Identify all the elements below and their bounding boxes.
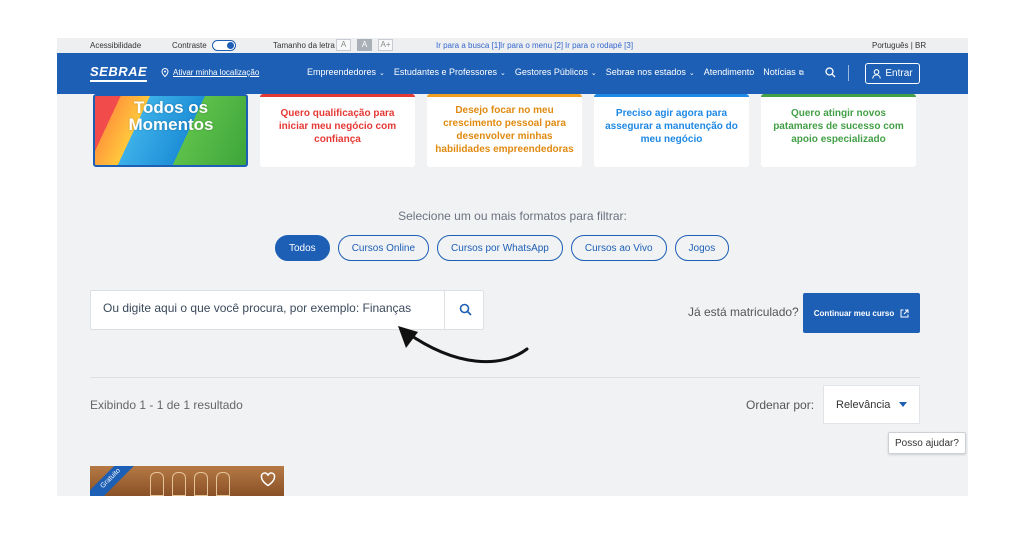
nav-menu-label: Estudantes e Professores bbox=[393, 67, 497, 77]
nav-menu-item[interactable]: Estudantes e Professores ⌄ bbox=[394, 67, 506, 78]
font-size-label: Tamanho da letra bbox=[273, 41, 335, 50]
chevron-down-icon: ⌄ bbox=[499, 70, 506, 77]
free-badge: Gratuito bbox=[90, 466, 148, 496]
login-label: Entrar bbox=[885, 68, 913, 79]
filter-chip[interactable]: Todos bbox=[275, 235, 330, 261]
hero-banner[interactable]: Todos os Momentos bbox=[93, 94, 248, 167]
card-text: Preciso agir agora para assegurar a manu… bbox=[605, 108, 738, 145]
location-link[interactable]: Ativar minha localização bbox=[161, 68, 259, 77]
filter-label: Selecione um ou mais formatos para filtr… bbox=[398, 209, 627, 223]
order-by-value: Relevância bbox=[836, 399, 891, 411]
accessibility-bar: Acessibilidade Contraste Tamanho da letr… bbox=[57, 38, 968, 53]
accessibility-link[interactable]: Acessibilidade bbox=[90, 41, 141, 50]
nav-menu-item[interactable]: Atendimento bbox=[704, 67, 755, 78]
nav-menu-label: Sebrae nos estados bbox=[605, 67, 686, 77]
skip-to-footer-link[interactable]: Ir para o rodapé [3] bbox=[565, 41, 633, 50]
filter-chip[interactable]: Cursos ao Vivo bbox=[570, 235, 667, 261]
location-pin-icon bbox=[161, 68, 169, 77]
nav-menu-label: Empreendedores bbox=[307, 67, 377, 77]
card-text: Quero atingir novos patamares de sucesso… bbox=[773, 108, 904, 145]
nav-menu-label: Atendimento bbox=[703, 67, 755, 77]
card-text: Desejo focar no meu crescimento pessoal … bbox=[435, 105, 574, 155]
nav-menu-item[interactable]: Empreendedores ⌄ bbox=[307, 67, 385, 78]
skip-to-menu-link[interactable]: Ir para o menu [2] bbox=[500, 41, 563, 50]
font-small-button[interactable]: A bbox=[336, 39, 351, 51]
font-normal-button[interactable]: A bbox=[357, 39, 372, 51]
order-by-label: Ordenar por: bbox=[746, 398, 815, 412]
format-filter-chips: Todos Cursos Online Cursos por WhatsApp Cur… bbox=[275, 235, 730, 261]
hero-title-line2: Momentos bbox=[128, 115, 214, 134]
journey-card-growth[interactable]: Desejo focar no meu crescimento pessoal … bbox=[427, 94, 582, 167]
location-label: Ativar minha localização bbox=[173, 68, 260, 77]
card-accent-bar bbox=[761, 94, 916, 97]
filter-chip[interactable]: Cursos por WhatsApp bbox=[437, 235, 563, 261]
help-chat-button[interactable]: Posso ajudar? bbox=[888, 432, 966, 454]
nav-divider bbox=[848, 65, 849, 81]
thumbnail-decor bbox=[194, 472, 208, 496]
font-large-button[interactable]: A+ bbox=[378, 39, 393, 51]
sebrae-logo[interactable]: SEBRAE bbox=[90, 64, 148, 82]
continue-course-label: Continuar meu curso bbox=[813, 308, 895, 318]
enrolled-question: Já está matriculado? bbox=[688, 305, 799, 319]
annotation-arrow-icon bbox=[398, 326, 529, 364]
search-icon[interactable] bbox=[459, 303, 472, 316]
external-link-icon bbox=[900, 309, 909, 317]
card-accent-bar bbox=[594, 94, 749, 97]
main-navbar: SEBRAE Ativar minha localização Empreend… bbox=[57, 53, 968, 94]
search-input[interactable] bbox=[103, 301, 433, 315]
journey-card-maintenance[interactable]: Preciso agir agora para assegurar a manu… bbox=[594, 94, 749, 167]
external-link-icon: ⧉ bbox=[798, 70, 804, 77]
user-icon bbox=[872, 68, 882, 79]
nav-menu-item[interactable]: Notícias ⧉ bbox=[763, 67, 804, 78]
thumbnail-decor bbox=[150, 472, 164, 496]
filter-chip[interactable]: Cursos Online bbox=[337, 235, 430, 261]
journey-card-success[interactable]: Quero atingir novos patamares de sucesso… bbox=[761, 94, 916, 167]
hero-title-line1: Todos os bbox=[133, 98, 209, 117]
search-icon[interactable] bbox=[825, 67, 836, 78]
heart-icon[interactable] bbox=[260, 472, 276, 487]
main-menu: Empreendedores ⌄ Estudantes e Professores ⌄… bbox=[307, 67, 813, 78]
thumbnail-decor bbox=[216, 472, 230, 496]
continue-course-button[interactable]: Continuar meu curso bbox=[803, 293, 920, 333]
contrast-label: Contraste bbox=[172, 41, 207, 50]
order-by-select[interactable]: Relevância bbox=[823, 385, 920, 424]
card-text: Quero qualificação para iniciar meu negó… bbox=[278, 108, 397, 145]
nav-menu-item[interactable]: Gestores Públicos ⌄ bbox=[515, 67, 597, 78]
nav-menu-label: Notícias bbox=[763, 67, 796, 77]
journey-card-qualification[interactable]: Quero qualificação para iniciar meu negó… bbox=[260, 94, 415, 167]
login-button[interactable]: Entrar bbox=[865, 63, 920, 84]
card-accent-bar bbox=[427, 94, 582, 97]
chevron-down-icon: ⌄ bbox=[379, 70, 385, 77]
course-card[interactable]: Gratuito bbox=[90, 466, 284, 496]
skip-to-search-link[interactable]: Ir para a busca [1] bbox=[436, 41, 500, 50]
language-selector[interactable]: Português | BR bbox=[872, 41, 926, 50]
caret-down-icon bbox=[899, 402, 907, 407]
card-accent-bar bbox=[260, 94, 415, 97]
nav-menu-item[interactable]: Sebrae nos estados ⌄ bbox=[606, 67, 695, 78]
contrast-toggle[interactable] bbox=[212, 40, 236, 51]
results-summary: Exibindo 1 - 1 de 1 resultado bbox=[90, 398, 243, 412]
nav-menu-label: Gestores Públicos bbox=[514, 67, 588, 77]
filter-chip[interactable]: Jogos bbox=[674, 235, 730, 261]
chevron-down-icon: ⌄ bbox=[590, 70, 597, 77]
thumbnail-decor bbox=[172, 472, 186, 496]
page-viewport: Acessibilidade Contraste Tamanho da letr… bbox=[57, 38, 968, 496]
chevron-down-icon: ⌄ bbox=[688, 70, 695, 77]
